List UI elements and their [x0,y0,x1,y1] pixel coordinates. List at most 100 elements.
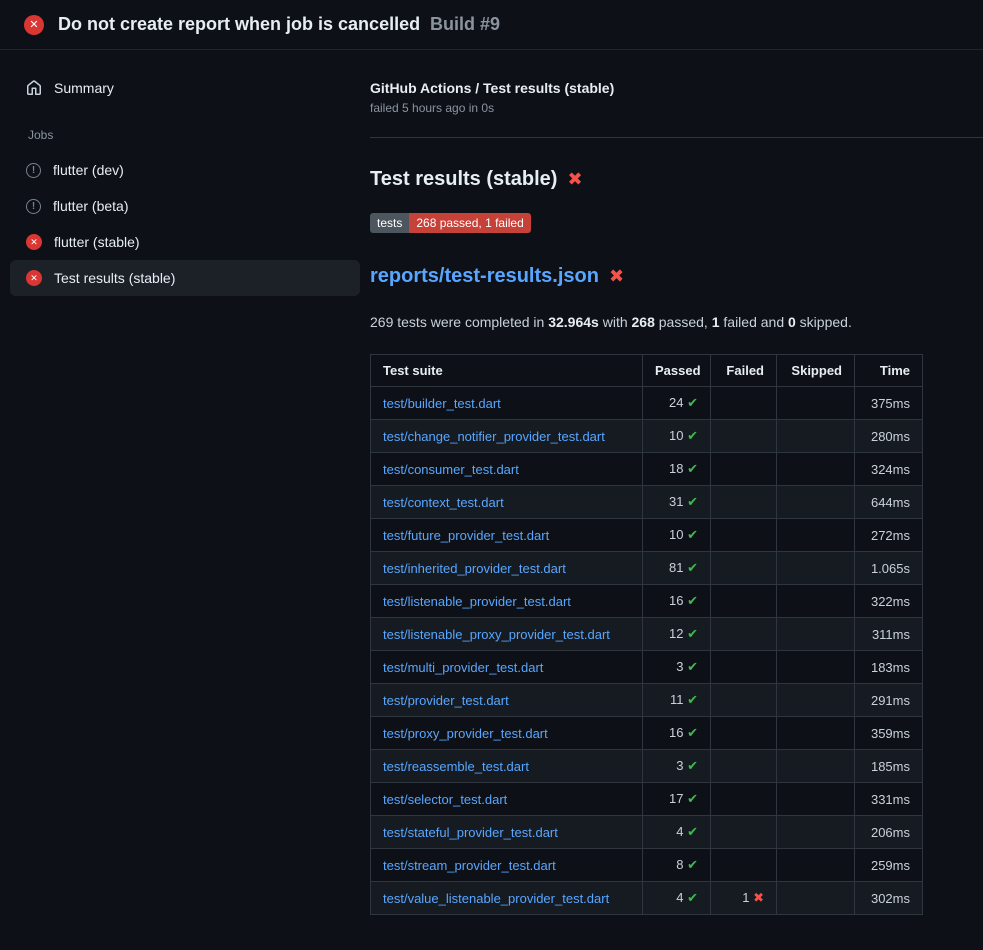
test-suite-link[interactable]: test/builder_test.dart [383,396,501,411]
time-cell: 272ms [855,519,923,552]
skipped-cell [777,552,855,585]
test-suite-link[interactable]: test/value_listenable_provider_test.dart [383,891,609,906]
table-row: test/builder_test.dart24 ✔375ms [371,387,923,420]
test-suite-link[interactable]: test/context_test.dart [383,495,504,510]
run-build-number: Build #9 [430,14,500,34]
sidebar-job-flutter-dev[interactable]: ! flutter (dev) [10,152,360,188]
time-cell: 311ms [855,618,923,651]
test-suite-link[interactable]: test/listenable_proxy_provider_test.dart [383,627,610,642]
skipped-cell [777,783,855,816]
sidebar: Summary Jobs ! flutter (dev) ! flutter (… [0,50,370,296]
time-cell: 183ms [855,651,923,684]
check-icon: ✔ [687,428,698,443]
summary-text: failed and [720,314,789,330]
failed-cell [711,783,777,816]
test-suite-link[interactable]: test/stream_provider_test.dart [383,858,556,873]
time-cell: 375ms [855,387,923,420]
table-row: test/change_notifier_provider_test.dart1… [371,420,923,453]
failed-status-icon: ✕ [26,234,42,250]
summary-skipped-count: 0 [788,314,796,330]
table-row: test/listenable_proxy_provider_test.dart… [371,618,923,651]
test-suite-link[interactable]: test/selector_test.dart [383,792,507,807]
report-file-link[interactable]: reports/test-results.json [370,265,599,288]
skipped-cell [777,486,855,519]
tests-badge: tests 268 passed, 1 failed [370,213,531,233]
passed-cell: 81 ✔ [643,552,711,585]
skipped-cell [777,420,855,453]
table-row: test/inherited_provider_test.dart 81 ✔ 1.0… [371,552,923,585]
passed-cell: 16 ✔ [643,585,711,618]
skipped-cell [777,387,855,420]
sidebar-summary-label: Summary [54,80,114,96]
failed-cell [711,717,777,750]
table-header-row: Test suite Passed Failed Skipped Time [371,355,923,387]
failed-cell [711,453,777,486]
test-suite-link[interactable]: test/listenable_provider_test.dart [383,594,571,609]
divider [370,137,983,138]
passed-cell: 8 ✔ [643,849,711,882]
test-suite-link[interactable]: test/change_notifier_provider_test.dart [383,429,605,444]
column-header-test-suite: Test suite [371,355,643,387]
check-icon: ✔ [687,395,698,410]
job-label: flutter (dev) [53,162,124,178]
failed-cell [711,420,777,453]
table-row: test/future_provider_test.dart 10 ✔ 272ms [371,519,923,552]
report-title: reports/test-results.json ✖ [370,265,983,288]
failed-status-icon: ✕ [26,270,42,286]
check-icon: ✔ [687,824,698,839]
test-suite-link[interactable]: test/stateful_provider_test.dart [383,825,558,840]
check-icon: ✔ [687,758,698,773]
summary-text: with [599,314,632,330]
badge-label: tests [370,213,409,233]
time-cell: 1.065s [855,552,923,585]
sidebar-job-test-results-stable[interactable]: ✕ Test results (stable) [10,260,360,296]
skipped-cell [777,585,855,618]
skipped-cell [777,684,855,717]
time-cell: 206ms [855,816,923,849]
test-suite-link[interactable]: test/reassemble_test.dart [383,759,529,774]
failed-cell [711,552,777,585]
test-suite-link[interactable]: test/future_provider_test.dart [383,528,549,543]
table-row: test/multi_provider_test.dart 3 ✔ 183ms [371,651,923,684]
summary-text: skipped. [796,314,852,330]
failed-cell [711,585,777,618]
time-cell: 331ms [855,783,923,816]
check-icon: ✔ [687,593,698,608]
test-suite-link[interactable]: test/multi_provider_test.dart [383,660,543,675]
skipped-cell [777,717,855,750]
check-icon: ✔ [687,725,698,740]
passed-cell: 18 ✔ [643,453,711,486]
passed-cell: 31 ✔ [643,486,711,519]
failed-cell [711,849,777,882]
test-results-table: Test suite Passed Failed Skipped Time te… [370,354,923,915]
badge-value: 268 passed, 1 failed [409,213,530,233]
passed-cell: 16 ✔ [643,717,711,750]
test-suite-link[interactable]: test/consumer_test.dart [383,462,519,477]
sidebar-job-flutter-beta[interactable]: ! flutter (beta) [10,188,360,224]
cancelled-status-icon: ! [26,199,41,214]
column-header-passed: Passed [643,355,711,387]
skipped-cell [777,750,855,783]
summary-line: 269 tests were completed in 32.964s with… [370,314,983,330]
failed-cell [711,486,777,519]
failed-cell [711,387,777,420]
test-suite-link[interactable]: test/proxy_provider_test.dart [383,726,548,741]
test-suite-link[interactable]: test/provider_test.dart [383,693,509,708]
check-icon: ✔ [687,527,698,542]
passed-cell: 10 ✔ [643,519,711,552]
test-suite-link[interactable]: test/inherited_provider_test.dart [383,561,566,576]
table-row: test/consumer_test.dart18 ✔324ms [371,453,923,486]
section-title-text: Test results (stable) [370,168,557,191]
x-icon: ✖ [753,890,764,905]
passed-cell: 11 ✔ [643,684,711,717]
breadcrumb: GitHub Actions / Test results (stable) [370,80,983,96]
time-cell: 185ms [855,750,923,783]
sidebar-job-flutter-stable[interactable]: ✕ flutter (stable) [10,224,360,260]
check-icon: ✔ [687,659,698,674]
job-label: Test results (stable) [54,270,175,286]
skipped-cell [777,882,855,915]
summary-duration: 32.964s [548,314,599,330]
check-icon: ✔ [687,890,698,905]
passed-cell: 3 ✔ [643,651,711,684]
sidebar-item-summary[interactable]: Summary [10,70,360,106]
